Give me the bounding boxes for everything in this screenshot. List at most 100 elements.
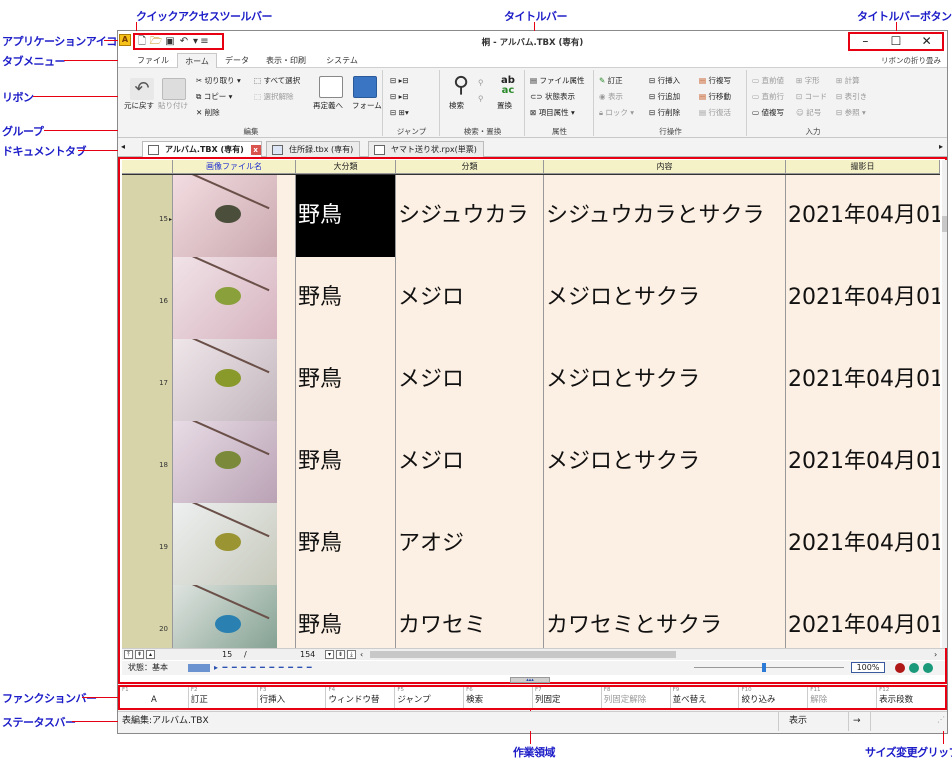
search-next-icon[interactable]: ⚲ xyxy=(478,78,484,88)
horizontal-scroll-thumb[interactable] xyxy=(370,651,676,658)
code-button[interactable]: ⊡ コード xyxy=(796,92,827,102)
cell-content[interactable]: カワセミとサクラ xyxy=(544,585,786,648)
photo-cell[interactable] xyxy=(173,421,296,503)
tab-system[interactable]: システム xyxy=(320,53,364,68)
redefine-icon[interactable] xyxy=(319,76,343,98)
cell-content[interactable]: メジロとサクラ xyxy=(544,421,786,503)
row-header[interactable]: 19 xyxy=(122,503,173,585)
char-shape-button[interactable]: ⊞ 字形 xyxy=(796,76,820,86)
file-attr-button[interactable]: ▤ ファイル属性 xyxy=(530,76,584,86)
calc-button[interactable]: ⊞ 計算 xyxy=(836,76,860,86)
cell-category[interactable]: シジュウカラ xyxy=(396,175,544,257)
jump-last-icon[interactable]: ⊟ ⊞▾ xyxy=(390,108,409,118)
tab-file[interactable]: ファイル xyxy=(133,53,173,68)
redefine-button[interactable]: 再定義へ xyxy=(313,101,343,111)
correct-button[interactable]: ✎ 訂正 xyxy=(599,76,623,86)
cell-date[interactable]: 2021年04月01 xyxy=(786,503,940,585)
lock-button[interactable]: 🔒︎ ロック ▾ xyxy=(599,108,634,118)
status-view-button[interactable]: ⊂⊃ 状態表示 xyxy=(530,92,575,102)
close-tab-icon[interactable]: x xyxy=(250,144,261,155)
new-file-icon[interactable]: 🗋 xyxy=(135,35,149,48)
function-key-f7[interactable]: F7 列固定 xyxy=(533,687,602,708)
cell-major[interactable]: 野鳥 xyxy=(296,257,396,339)
function-key-f5[interactable]: F5 ジャンプ xyxy=(395,687,465,708)
ribbon-collapse-button[interactable]: リボンの折り畳み xyxy=(881,55,941,66)
table-row[interactable]: 15 ▸ 野鳥 シジュウカラ シジュウカラとサクラ 2021年04月01 xyxy=(122,174,940,258)
cell-content[interactable]: メジロとサクラ xyxy=(544,339,786,421)
display-button[interactable]: ◉ 表示 xyxy=(599,92,623,102)
search-icon[interactable]: ⚲ xyxy=(449,74,473,98)
hscroll-left-icon[interactable]: ‹ xyxy=(360,649,363,660)
jump-prev-icon[interactable]: ⊟ ▸⊟ xyxy=(390,92,409,102)
copy-button[interactable]: ⧉ コピー ▾ xyxy=(196,92,232,102)
nav-prev-page-button[interactable]: ⇞ xyxy=(135,650,144,659)
minimize-button[interactable]: – xyxy=(850,34,881,49)
function-key-f10[interactable]: F10 絞り込み xyxy=(739,687,809,708)
cell-date[interactable]: 2021年04月01 xyxy=(786,257,940,339)
deselect-button[interactable]: ⬚ 選択解除 xyxy=(254,92,293,102)
photo-cell[interactable] xyxy=(173,257,296,339)
paste-button[interactable]: 貼り付け xyxy=(158,101,188,111)
undo-large-icon[interactable]: ↶ xyxy=(130,78,154,100)
delete-button[interactable]: ✕ 削除 xyxy=(196,108,220,118)
nav-first-button[interactable]: ⤒ xyxy=(124,650,133,659)
undo-icon[interactable]: ↶ xyxy=(177,35,191,48)
photo-cell[interactable] xyxy=(173,175,296,257)
row-header[interactable]: 15 ▸ xyxy=(122,175,173,257)
row-restore-button[interactable]: ▤ 行復活 xyxy=(699,108,731,118)
photo-cell[interactable] xyxy=(173,503,296,585)
open-folder-icon[interactable]: 🗁 xyxy=(149,35,163,48)
item-attr-button[interactable]: ⊠ 項目属性 ▾ xyxy=(530,108,575,118)
cell-content[interactable]: シジュウカラとサクラ xyxy=(544,175,786,257)
jump-first-icon[interactable]: ⊟ ▸⊟ xyxy=(390,76,409,86)
tab-data[interactable]: データ xyxy=(220,53,254,68)
cell-content[interactable]: メジロとサクラ xyxy=(544,257,786,339)
prev-value-button[interactable]: ▭ 直前値 xyxy=(752,76,784,86)
function-key-f4[interactable]: F4 ウィンドウ替 xyxy=(326,687,396,708)
select-all-button[interactable]: ⬚ すべて選択 xyxy=(254,76,300,86)
cell-major[interactable]: 野鳥 xyxy=(296,421,396,503)
table-row[interactable]: 20 野鳥 カワセミ カワセミとサクラ 2021年04月01 xyxy=(122,585,940,648)
cell-category[interactable]: メジロ xyxy=(396,257,544,339)
paste-icon[interactable] xyxy=(162,78,186,100)
function-key-f3[interactable]: F3 行挿入 xyxy=(258,687,327,708)
cell-category[interactable]: メジロ xyxy=(396,339,544,421)
function-key-f9[interactable]: F9 並べ替え xyxy=(671,687,740,708)
form-icon[interactable] xyxy=(353,76,377,98)
doc-tab-address[interactable]: 住所録.tbx (専有) xyxy=(266,141,361,157)
tab-home[interactable]: ホーム xyxy=(177,53,217,68)
maximize-button[interactable]: ☐ xyxy=(881,34,912,49)
doc-tab-yamato[interactable]: ヤマト送り状.rpx(単票) xyxy=(368,141,484,157)
form-button[interactable]: フォーム xyxy=(352,101,382,111)
hscroll-right-icon[interactable]: › xyxy=(934,649,937,660)
tab-scroll-right-icon[interactable]: ▸ xyxy=(939,142,943,151)
cell-major[interactable]: 野鳥 xyxy=(296,503,396,585)
dropdown-icon[interactable]: ▾ xyxy=(191,35,200,48)
function-key-f11[interactable]: F11 解除 xyxy=(808,687,878,708)
replace-icon[interactable]: ab ac xyxy=(496,76,520,98)
function-key-f8[interactable]: F8 列固定解除 xyxy=(602,687,671,708)
cell-major[interactable]: 野鳥 xyxy=(296,175,396,257)
symbol-button[interactable]: ☺ 記号 xyxy=(796,108,821,118)
function-key-f6[interactable]: F6 検索 xyxy=(464,687,533,708)
search-prev-icon[interactable]: ⚲ xyxy=(478,94,484,104)
nav-prev-button[interactable]: ▴ xyxy=(146,650,155,659)
row-copy-button[interactable]: ▤ 行複写 xyxy=(699,76,731,86)
column-header-filename[interactable]: 画像ファイル名 xyxy=(173,160,296,174)
column-header-major[interactable]: 大分類 xyxy=(296,160,396,174)
photo-cell[interactable] xyxy=(173,585,296,648)
replace-button[interactable]: 置換 xyxy=(497,101,512,111)
table-row[interactable]: 18 野鳥 メジロ メジロとサクラ 2021年04月01 xyxy=(122,421,940,503)
zoom-slider[interactable] xyxy=(694,667,844,668)
row-delete-button[interactable]: ⊟ 行削除 xyxy=(649,108,680,118)
function-key-f2[interactable]: F2 訂正 xyxy=(189,687,258,708)
prev-row-button[interactable]: ▭ 直前行 xyxy=(752,92,784,102)
cell-category[interactable]: アオジ xyxy=(396,503,544,585)
cell-major[interactable]: 野鳥 xyxy=(296,339,396,421)
row-header[interactable]: 20 xyxy=(122,585,173,648)
title-bar[interactable]: 桐 - アルバム.TBX (専有) xyxy=(118,31,947,53)
table-ref-button[interactable]: ⊟ 表引き xyxy=(836,92,867,102)
vertical-scrollbar[interactable] xyxy=(942,160,947,648)
zoom-slider-thumb[interactable] xyxy=(762,663,766,672)
cell-date[interactable]: 2021年04月01 xyxy=(786,585,940,648)
